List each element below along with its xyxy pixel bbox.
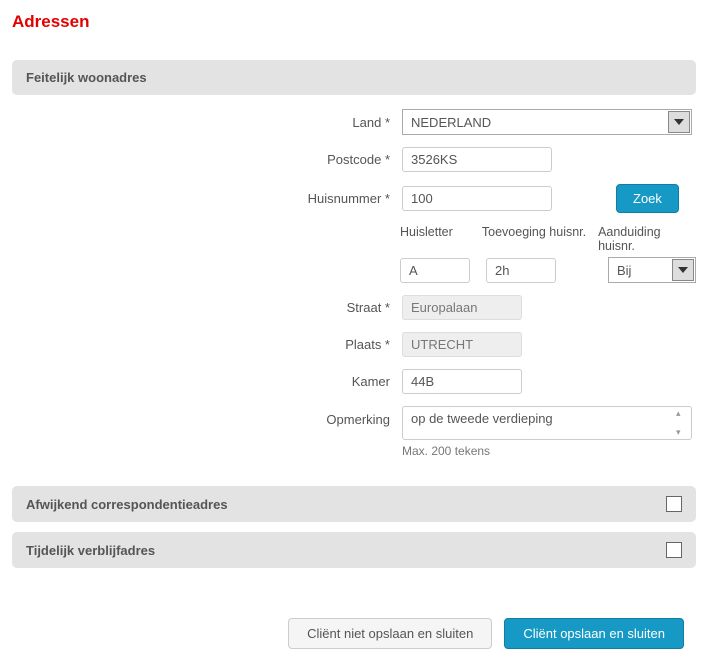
huisnummer-label: Huisnummer * xyxy=(12,191,402,206)
toevoeging-label: Toevoeging huisnr. xyxy=(482,225,598,253)
huisletter-label: Huisletter xyxy=(400,225,482,253)
zoek-button[interactable]: Zoek xyxy=(616,184,679,213)
section-title: Feitelijk woonadres xyxy=(26,70,147,85)
section-afwijkend: Afwijkend correspondentieadres xyxy=(12,486,696,522)
opmerking-textarea[interactable] xyxy=(402,406,692,440)
tijdelijk-checkbox[interactable] xyxy=(666,542,682,558)
toevoeging-input[interactable] xyxy=(486,258,556,283)
plaats-input xyxy=(402,332,522,357)
aanduiding-label: Aanduiding huisnr. xyxy=(598,225,696,253)
page-title: Adressen xyxy=(12,12,696,32)
save-button[interactable]: Cliënt opslaan en sluiten xyxy=(504,618,684,649)
opmerking-hint: Max. 200 tekens xyxy=(402,444,696,458)
aanduiding-value: Bij xyxy=(609,263,672,278)
section-header-tijdelijk[interactable]: Tijdelijk verblijfadres xyxy=(12,532,696,568)
kamer-label: Kamer xyxy=(12,374,402,389)
cancel-button[interactable]: Cliënt niet opslaan en sluiten xyxy=(288,618,492,649)
straat-label: Straat * xyxy=(12,300,402,315)
land-select[interactable]: NEDERLAND xyxy=(402,109,692,135)
plaats-label: Plaats * xyxy=(12,337,402,352)
afwijkend-checkbox[interactable] xyxy=(666,496,682,512)
footer-buttons: Cliënt niet opslaan en sluiten Cliënt op… xyxy=(12,578,696,657)
huisnummer-input[interactable] xyxy=(402,186,552,211)
chevron-down-icon xyxy=(672,259,694,281)
chevron-down-icon xyxy=(668,111,690,133)
section-header-afwijkend[interactable]: Afwijkend correspondentieadres xyxy=(12,486,696,522)
section-title: Afwijkend correspondentieadres xyxy=(26,497,228,512)
opmerking-label: Opmerking xyxy=(12,406,402,427)
section-title: Tijdelijk verblijfadres xyxy=(26,543,155,558)
huisletter-input[interactable] xyxy=(400,258,470,283)
section-header-feitelijk: Feitelijk woonadres xyxy=(12,60,696,95)
section-feitelijk-woonadres: Feitelijk woonadres Land * NEDERLAND Pos… xyxy=(12,60,696,476)
postcode-label: Postcode * xyxy=(12,152,402,167)
aanduiding-select[interactable]: Bij xyxy=(608,257,696,283)
kamer-input[interactable] xyxy=(402,369,522,394)
land-label: Land * xyxy=(12,115,402,130)
straat-input xyxy=(402,295,522,320)
section-tijdelijk: Tijdelijk verblijfadres xyxy=(12,532,696,568)
postcode-input[interactable] xyxy=(402,147,552,172)
land-value: NEDERLAND xyxy=(403,115,668,130)
